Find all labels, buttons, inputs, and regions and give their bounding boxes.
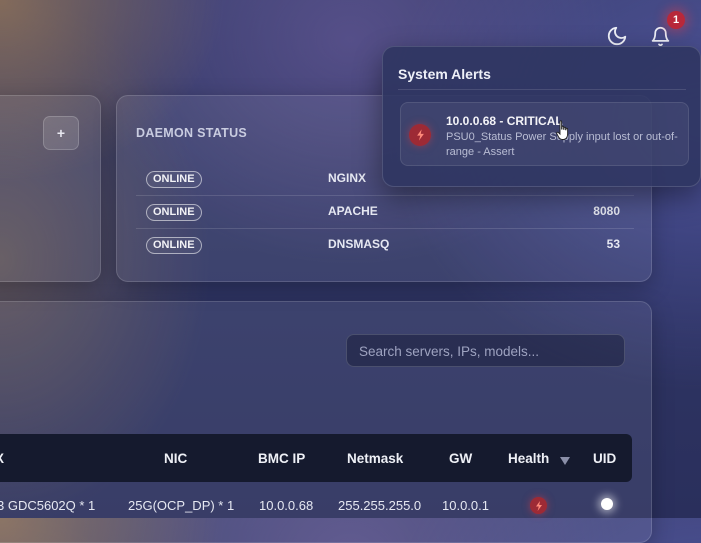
divider <box>398 89 686 90</box>
column-header-bmc-ip[interactable]: BMC IP <box>258 451 305 466</box>
health-critical-indicator[interactable] <box>530 497 547 514</box>
notification-count-badge: 1 <box>667 11 685 29</box>
alert-heading: 10.0.0.68 - CRITICAL <box>446 114 563 128</box>
daemon-name: NGINX <box>328 171 367 185</box>
daemon-name: APACHE <box>328 204 378 218</box>
cell-nic: 25G(OCP_DP) * 1 <box>128 498 235 513</box>
moon-icon <box>607 26 627 46</box>
column-header-netmask[interactable]: Netmask <box>347 451 403 466</box>
column-header-health[interactable]: Health <box>508 451 549 466</box>
search-input[interactable]: Search servers, IPs, models... <box>346 334 625 367</box>
column-header-uid[interactable]: UID <box>593 451 616 466</box>
cell-model: 3 GDC5602Q * 1 <box>0 498 96 513</box>
status-badge: ONLINE <box>146 204 202 221</box>
table-header: X NIC BMC IP Netmask GW Health UID <box>0 434 632 482</box>
system-alerts-title: System Alerts <box>398 66 491 82</box>
cell-bmc-ip[interactable]: 10.0.0.68 <box>259 498 313 513</box>
status-badge: ONLINE <box>146 171 202 188</box>
daemon-port: 8080 <box>593 204 620 218</box>
system-alerts-panel: System Alerts 10.0.0.68 - CRITICAL PSU0_… <box>382 46 701 187</box>
sort-descending-icon[interactable] <box>559 453 571 471</box>
daemon-status-title: DAEMON STATUS <box>136 126 248 140</box>
column-header-partial: X <box>0 451 4 466</box>
uid-light-toggle[interactable] <box>601 498 613 510</box>
bell-icon <box>651 26 669 46</box>
column-header-nic[interactable]: NIC <box>164 451 187 466</box>
daemon-row-dnsmasq: ONLINE DNSMASQ 53 <box>136 229 634 261</box>
daemon-port: 53 <box>606 237 620 251</box>
column-header-gw[interactable]: GW <box>449 451 472 466</box>
add-button[interactable]: + <box>43 116 79 150</box>
status-badge: ONLINE <box>146 237 202 254</box>
daemon-name: DNSMASQ <box>328 237 390 251</box>
cell-gw: 10.0.0.1 <box>442 498 489 513</box>
hand-cursor-icon <box>556 120 569 140</box>
daemon-row-apache: ONLINE APACHE 8080 <box>136 196 634 229</box>
critical-alert-icon <box>409 124 431 146</box>
cell-netmask: 255.255.255.0 <box>338 498 422 513</box>
lightning-icon <box>416 129 424 141</box>
lightning-icon <box>535 500 542 511</box>
alert-item[interactable]: 10.0.0.68 - CRITICAL PSU0_Status Power S… <box>400 102 689 166</box>
